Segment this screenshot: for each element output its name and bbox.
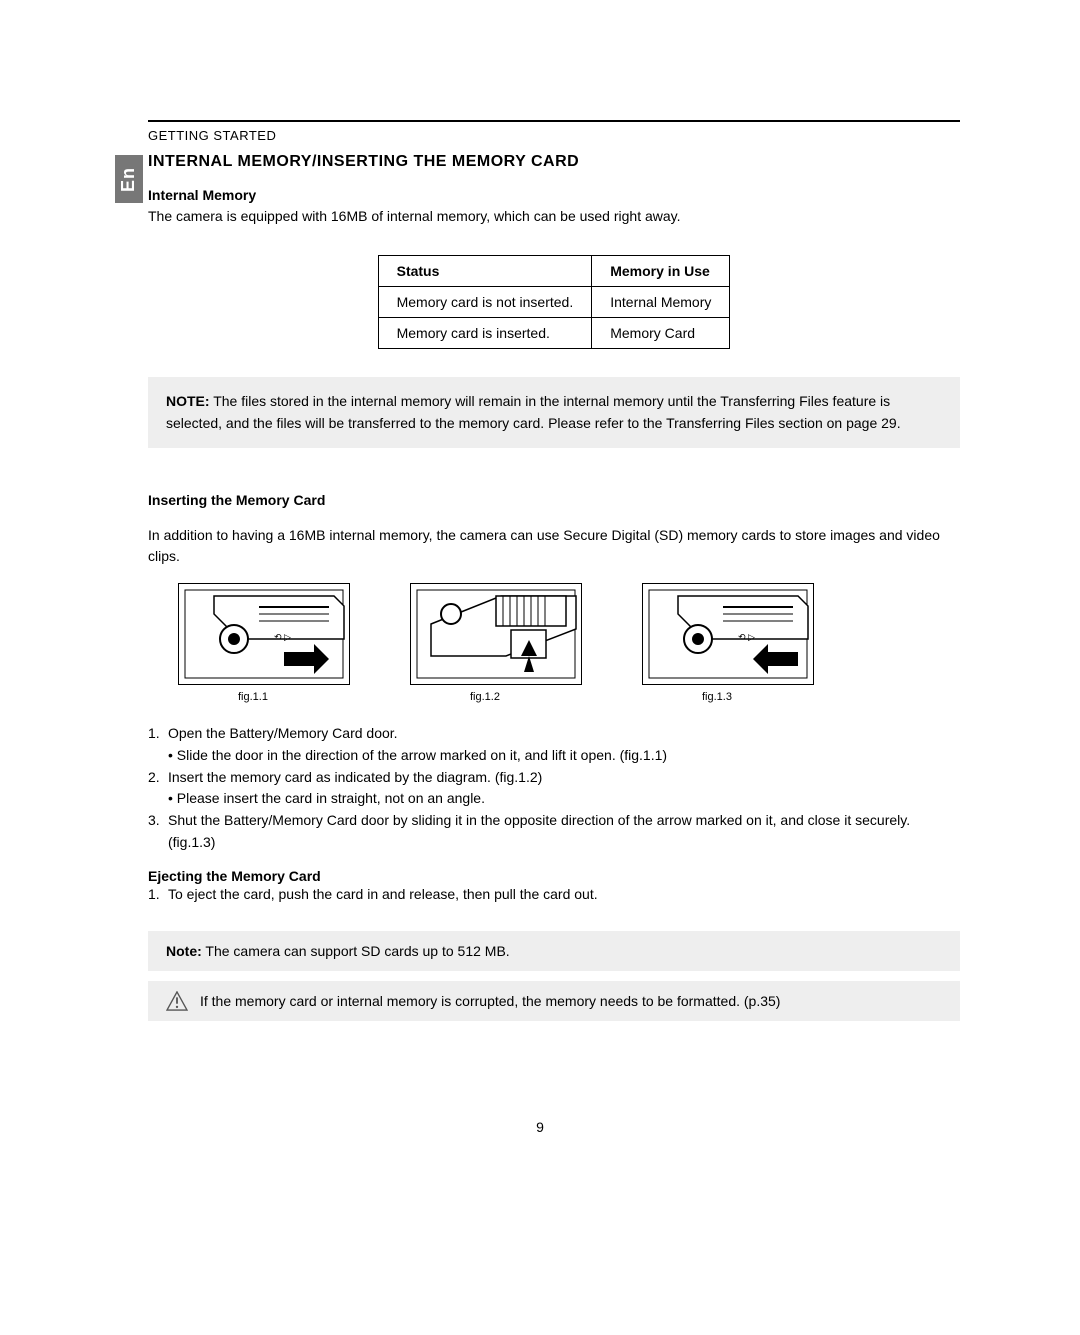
note-text: The camera can support SD cards up to 51… [202, 943, 510, 959]
note-box-sdcap: Note: The camera can support SD cards up… [148, 931, 960, 971]
table-row: Memory card is not inserted. Internal Me… [378, 287, 730, 318]
table-cell-status: Memory card is not inserted. [378, 287, 592, 318]
section-header: GETTING STARTED [148, 128, 960, 143]
manual-page: GETTING STARTED En INTERNAL MEMORY/INSER… [0, 0, 1080, 1335]
ejecting-title: Ejecting the Memory Card [148, 868, 960, 884]
header-rule [148, 120, 960, 122]
figure-caption: fig.1.3 [702, 691, 732, 703]
memory-status-table: Status Memory in Use Memory card is not … [378, 255, 731, 349]
figure-caption: fig.1.1 [238, 691, 268, 703]
step-bullet: • Slide the door in the direction of the… [168, 745, 960, 767]
warning-text: If the memory card or internal memory is… [200, 993, 780, 1009]
figure-caption: fig.1.2 [470, 691, 500, 703]
warning-box: If the memory card or internal memory is… [148, 981, 960, 1021]
table-cell-memory: Internal Memory [592, 287, 730, 318]
language-tab: En [115, 155, 143, 203]
step-text: To eject the card, push the card in and … [168, 884, 598, 906]
figure-1-1: ⟲ ▷ fig.1.1 [178, 583, 350, 703]
internal-memory-desc: The camera is equipped with 16MB of inte… [148, 206, 960, 227]
step-text: Open the Battery/Memory Card door. [168, 723, 398, 745]
table-cell-status: Memory card is inserted. [378, 318, 592, 349]
note-box-transfer: NOTE: The files stored in the internal m… [148, 377, 960, 448]
eject-steps: 1.To eject the card, push the card in an… [148, 884, 960, 906]
table-header-row: Status Memory in Use [378, 256, 730, 287]
camera-insert-card-icon [410, 583, 582, 685]
step-bullet: • Please insert the card in straight, no… [168, 788, 960, 810]
internal-memory-title: Internal Memory [148, 187, 960, 203]
camera-open-door-icon: ⟲ ▷ [178, 583, 350, 685]
page-title: INTERNAL MEMORY/INSERTING THE MEMORY CAR… [148, 153, 960, 171]
table-cell-memory: Memory Card [592, 318, 730, 349]
camera-close-door-icon: ⟲ ▷ [642, 583, 814, 685]
table-row: Memory card is inserted. Memory Card [378, 318, 730, 349]
content-area: INTERNAL MEMORY/INSERTING THE MEMORY CAR… [148, 153, 960, 1021]
figure-1-2: fig.1.2 [410, 583, 582, 703]
table-header-status: Status [378, 256, 592, 287]
step-text: Insert the memory card as indicated by t… [168, 767, 542, 789]
page-number: 9 [0, 1119, 1080, 1135]
svg-text:⟲ ▷: ⟲ ▷ [274, 632, 291, 642]
language-tab-label: En [118, 166, 139, 191]
figures-row: ⟲ ▷ fig.1.1 [178, 583, 960, 703]
inserting-title: Inserting the Memory Card [148, 492, 960, 508]
note-text: The files stored in the internal memory … [166, 393, 901, 431]
step-text: Shut the Battery/Memory Card door by sli… [168, 810, 960, 853]
note-label: NOTE: [166, 393, 210, 409]
figure-1-3: ⟲ ▷ fig.1.3 [642, 583, 814, 703]
insert-steps: 1.Open the Battery/Memory Card door. • S… [148, 723, 960, 853]
svg-text:⟲ ▷: ⟲ ▷ [738, 632, 755, 642]
note-label: Note: [166, 943, 202, 959]
table-header-memory: Memory in Use [592, 256, 730, 287]
warning-triangle-icon [166, 991, 188, 1011]
inserting-desc: In addition to having a 16MB internal me… [148, 525, 960, 567]
